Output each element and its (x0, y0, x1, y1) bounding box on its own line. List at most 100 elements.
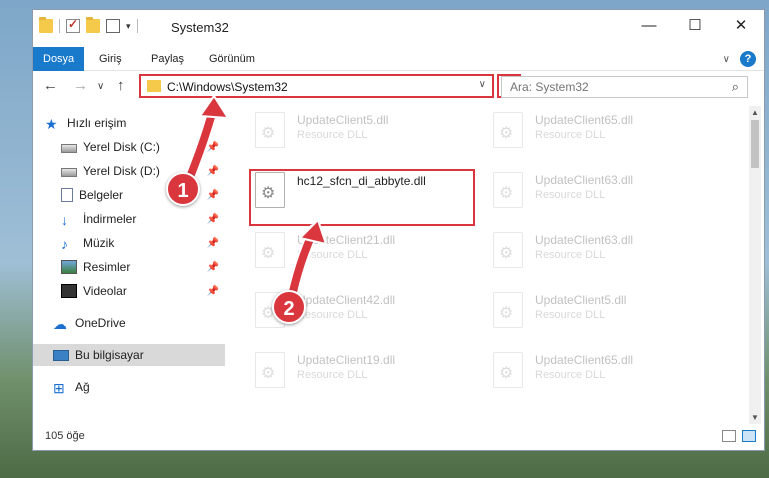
dll-file-icon (493, 232, 523, 268)
scroll-thumb[interactable] (751, 120, 759, 168)
drive-icon (61, 167, 77, 177)
address-path[interactable]: C:\Windows\System32 (167, 80, 288, 94)
large-icons-view-icon[interactable] (742, 430, 756, 442)
file-item[interactable]: UpdateClient5.dll Resource DLL (481, 286, 711, 334)
close-button[interactable]: ✕ (718, 10, 764, 40)
download-icon: ↓ (61, 212, 68, 228)
pin-icon[interactable]: 📌 (207, 166, 219, 177)
pictures-icon (61, 260, 77, 274)
tab-view[interactable]: Görünüm (199, 47, 265, 71)
file-name: UpdateClient65.dll (535, 113, 634, 127)
sidebar-item-network[interactable]: ⊞ Ağ (33, 376, 225, 398)
pin-icon[interactable]: 📌 (207, 262, 219, 273)
forward-arrow-icon[interactable]: → (73, 77, 88, 94)
vertical-scrollbar[interactable]: ▲ ▼ (749, 106, 761, 424)
scroll-up-icon[interactable]: ▲ (751, 108, 759, 117)
sidebar-item-label: Hızlı erişim (67, 116, 127, 130)
sidebar-item-music[interactable]: ♪ Müzik 📌 (33, 232, 225, 254)
status-bar: 105 öğe (33, 426, 764, 448)
file-type: Resource DLL (535, 129, 606, 141)
properties-check-icon[interactable] (66, 17, 80, 33)
pin-icon[interactable]: 📌 (207, 214, 219, 225)
chevron-down-icon[interactable]: ∨ (479, 79, 486, 90)
step-2-badge: 2 (272, 290, 306, 324)
expand-ribbon-icon[interactable]: ∨ (723, 54, 730, 65)
file-type: Resource DLL (535, 189, 606, 201)
file-item[interactable]: UpdateClient5.dll Resource DLL (243, 106, 473, 154)
sidebar-item-pictures[interactable]: Resimler 📌 (33, 256, 225, 278)
file-name: UpdateClient5.dll (297, 113, 389, 127)
file-item[interactable]: UpdateClient63.dll Resource DLL (481, 166, 711, 214)
minimize-button[interactable]: — (626, 10, 672, 40)
quick-access-toolbar: ▾ (39, 17, 138, 33)
file-name: UpdateClient19.dll (297, 353, 396, 367)
sidebar-item-onedrive[interactable]: ☁ OneDrive (33, 312, 225, 334)
drive-icon (61, 143, 77, 153)
file-highlight-box (249, 169, 475, 226)
file-item[interactable]: UpdateClient21.dll Resource DLL (243, 226, 473, 274)
document-icon (61, 188, 73, 202)
sidebar-item-label: Resimler (83, 260, 131, 274)
navigation-pane: ★ Hızlı erişim Yerel Disk (C:) 📌 Yerel D… (33, 106, 228, 424)
item-count: 105 öğe (45, 430, 85, 442)
computer-icon (53, 349, 69, 361)
help-icon[interactable]: ? (740, 51, 756, 67)
search-input[interactable] (502, 77, 712, 97)
sidebar-item-quick-access[interactable]: ★ Hızlı erişim (33, 112, 225, 134)
up-arrow-icon[interactable]: ↑ (117, 77, 125, 94)
toolbar-divider (136, 19, 138, 33)
sidebar-item-label: Yerel Disk (C:) (83, 140, 160, 154)
sidebar-item-this-pc[interactable]: Bu bilgisayar (33, 344, 225, 366)
address-row: ← → ∨ ↑ C:\Windows\System32 ∨ ↻ ⌕ (33, 72, 764, 102)
maximize-button[interactable]: ☐ (672, 10, 718, 40)
sidebar-item-label: Videolar (83, 284, 127, 298)
tab-share[interactable]: Paylaş (141, 47, 194, 71)
sidebar-item-downloads[interactable]: ↓ İndirmeler 📌 (33, 208, 225, 230)
sidebar-item-label: Ağ (75, 380, 90, 394)
video-icon (61, 284, 77, 298)
tab-file[interactable]: Dosya (33, 47, 85, 71)
pin-icon[interactable]: 📌 (207, 238, 219, 249)
dll-file-icon (493, 352, 523, 388)
file-item[interactable]: UpdateClient63.dll Resource DLL (481, 226, 711, 274)
sidebar-item-label: OneDrive (75, 316, 126, 330)
title-bar: ▾ System32 — ☐ ✕ (33, 10, 764, 47)
search-icon[interactable]: ⌕ (732, 79, 739, 95)
tab-home[interactable]: Giriş (89, 47, 132, 71)
file-item[interactable]: UpdateClient65.dll Resource DLL (481, 106, 711, 154)
back-arrow-icon[interactable]: ← (43, 77, 58, 94)
file-type: Resource DLL (297, 129, 368, 141)
ribbon-tabs: Dosya Giriş Paylaş Görünüm ∨ ? (33, 47, 764, 71)
scroll-down-icon[interactable]: ▼ (751, 413, 759, 422)
file-list: UpdateClient5.dll Resource DLL UpdateCli… (231, 106, 743, 424)
sidebar-item-label: Müzik (83, 236, 115, 250)
file-type: Resource DLL (535, 249, 606, 261)
toolbar-divider (59, 19, 60, 33)
window-title: System32 (171, 20, 229, 35)
window-controls: — ☐ ✕ (626, 10, 764, 40)
ribbon-controls: ∨ ? (723, 51, 756, 67)
file-item[interactable]: UpdateClient65.dll Resource DLL (481, 346, 711, 394)
dll-file-icon (493, 112, 523, 148)
new-folder-icon[interactable] (86, 17, 100, 33)
sidebar-item-local-disk-c[interactable]: Yerel Disk (C:) 📌 (33, 136, 225, 158)
file-name: UpdateClient63.dll (535, 233, 634, 247)
folder-icon (39, 17, 53, 33)
file-item[interactable]: UpdateClient19.dll Resource DLL (243, 346, 473, 394)
search-box[interactable]: ⌕ (501, 76, 748, 98)
dll-file-icon (255, 112, 285, 148)
star-icon: ★ (45, 116, 58, 132)
details-view-icon[interactable] (722, 430, 736, 442)
customize-toolbar-icon[interactable] (106, 19, 120, 33)
dll-file-icon (493, 172, 523, 208)
pin-icon[interactable]: 📌 (207, 190, 219, 201)
pin-icon[interactable]: 📌 (207, 142, 219, 153)
recent-locations-icon[interactable]: ∨ (97, 81, 104, 92)
sidebar-item-videos[interactable]: Videolar 📌 (33, 280, 225, 302)
explorer-window: ▾ System32 — ☐ ✕ Dosya Giriş Paylaş Görü… (32, 9, 765, 451)
address-bar[interactable]: C:\Windows\System32 ∨ (139, 74, 494, 98)
chevron-down-icon[interactable]: ▾ (126, 21, 131, 32)
pin-icon[interactable]: 📌 (207, 286, 219, 297)
file-type: Resource DLL (297, 249, 368, 261)
file-name: UpdateClient42.dll (297, 293, 396, 307)
